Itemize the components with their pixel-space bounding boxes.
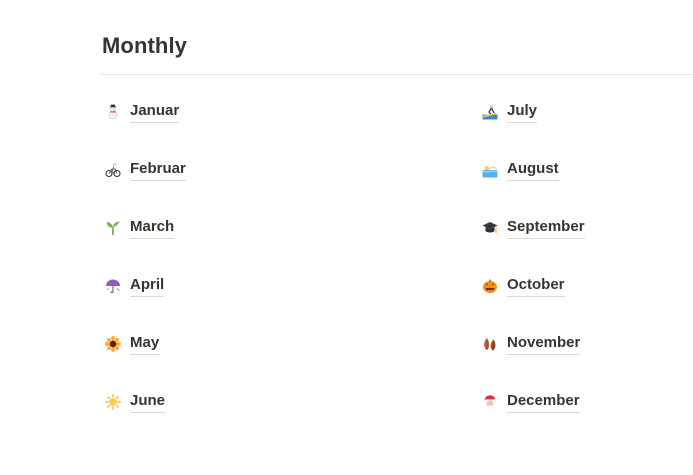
month-label: June (130, 392, 166, 413)
cyclist-icon (104, 161, 122, 179)
month-link-october[interactable]: October (481, 271, 585, 301)
swimmer-icon (481, 161, 499, 179)
graduation-cap-icon (481, 219, 499, 237)
month-link-september[interactable]: September (481, 213, 585, 243)
month-label: July (507, 102, 538, 123)
month-link-januar[interactable]: Januar (104, 97, 186, 127)
divider (100, 74, 693, 75)
months-column-left: Januar Februar March April May June (104, 97, 186, 445)
sunflower-icon (104, 335, 122, 353)
month-link-march[interactable]: March (104, 213, 186, 243)
month-label: Januar (130, 102, 180, 123)
sun-icon (104, 393, 122, 411)
fallen-leaves-icon (481, 335, 499, 353)
month-link-may[interactable]: May (104, 329, 186, 359)
page: Monthly Januar Februar March April May J… (0, 0, 693, 475)
seedling-icon (104, 219, 122, 237)
month-label: March (130, 218, 175, 239)
umbrella-rain-icon (104, 277, 122, 295)
month-label: October (507, 276, 565, 297)
month-link-august[interactable]: August (481, 155, 585, 185)
surfer-icon (481, 103, 499, 121)
month-label: May (130, 334, 160, 355)
month-link-june[interactable]: June (104, 387, 186, 417)
month-label: September (507, 218, 585, 239)
month-link-april[interactable]: April (104, 271, 186, 301)
jack-o-lantern-icon (481, 277, 499, 295)
months-column-right: July August September October November D… (481, 97, 585, 445)
month-link-december[interactable]: December (481, 387, 585, 417)
month-label: August (507, 160, 559, 181)
month-link-november[interactable]: November (481, 329, 585, 359)
snowman-icon (104, 103, 122, 121)
month-link-july[interactable]: July (481, 97, 585, 127)
month-label: December (507, 392, 580, 413)
month-label: April (130, 276, 165, 297)
month-label: November (507, 334, 581, 355)
santa-icon (481, 393, 499, 411)
month-link-februar[interactable]: Februar (104, 155, 186, 185)
month-label: Februar (130, 160, 186, 181)
page-title: Monthly (102, 33, 188, 58)
